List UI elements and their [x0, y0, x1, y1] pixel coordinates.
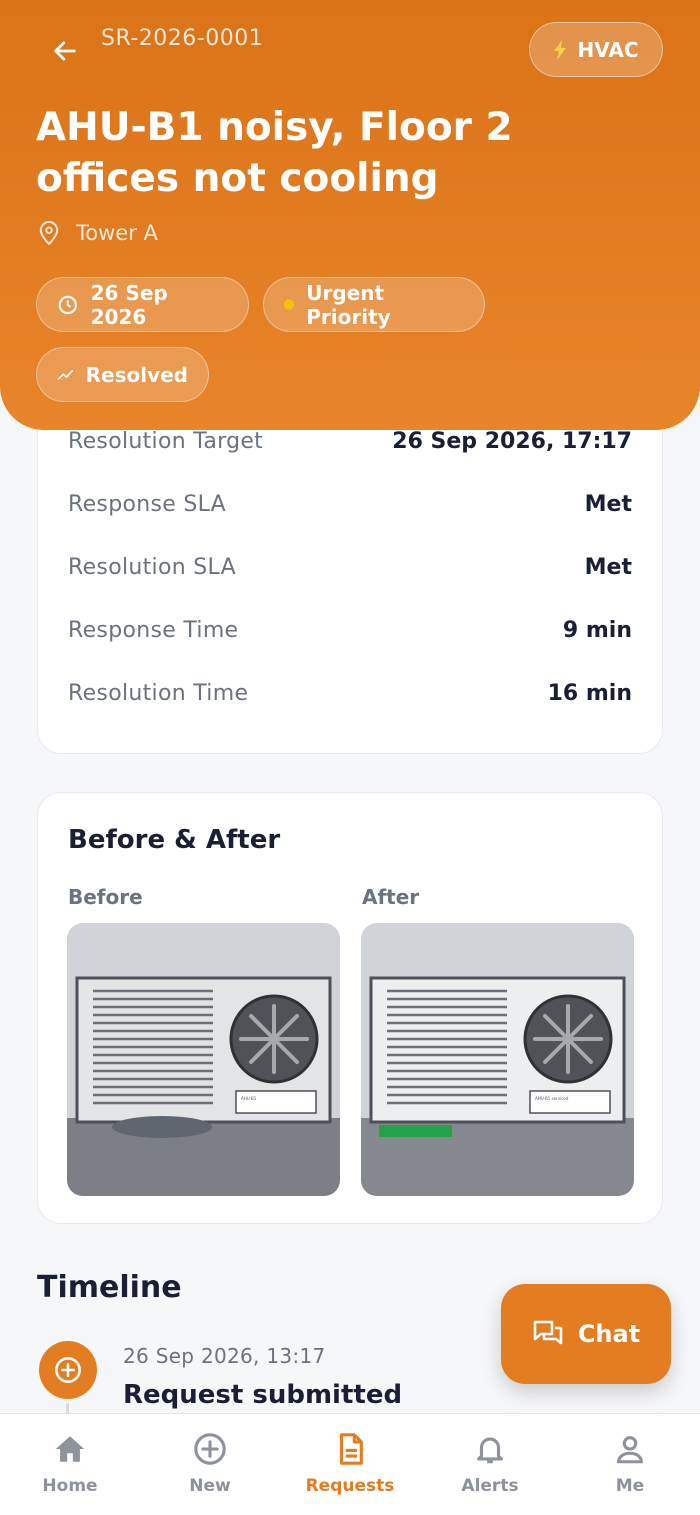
- request-header: SR-2026-0001 HVAC AHU-B1 noisy, Floor 2 …: [0, 0, 700, 430]
- nav-alerts[interactable]: Alerts: [420, 1414, 560, 1515]
- sla-value: 9 min: [562, 618, 632, 643]
- category-chip: HVAC: [529, 22, 663, 77]
- sla-value: Met: [584, 555, 632, 580]
- date-pill: 26 Sep 2026: [36, 277, 249, 332]
- sla-label: Resolution Time: [68, 681, 249, 706]
- priority-label: Urgent Priority: [306, 280, 391, 329]
- trend-icon: [57, 369, 74, 380]
- lightning-icon: [554, 39, 567, 60]
- nav-home[interactable]: Home: [0, 1414, 140, 1515]
- nav-label: Requests: [305, 1476, 395, 1496]
- document-icon: [339, 1433, 363, 1465]
- nav-requests[interactable]: Requests: [280, 1414, 420, 1515]
- before-after-card: Before & After Before After AHU-B1 AHU-B…: [37, 792, 663, 1224]
- sla-row: Resolution Time 16 min: [68, 681, 632, 706]
- nav-label: Home: [42, 1476, 98, 1496]
- request-title: AHU-B1 noisy, Floor 2 offices not coolin…: [36, 105, 513, 201]
- date-label: 26 Sep 2026: [90, 280, 168, 329]
- location: Tower A: [38, 220, 158, 246]
- nav-label: New: [189, 1476, 231, 1496]
- before-label: Before: [68, 885, 143, 909]
- timeline-event-title: Request submitted: [123, 1380, 403, 1410]
- nav-me[interactable]: Me: [560, 1414, 700, 1515]
- priority-pill: Urgent Priority: [263, 277, 485, 332]
- chat-icon: [533, 1320, 563, 1345]
- category-label: HVAC: [577, 37, 639, 62]
- map-pin-icon: [39, 221, 59, 246]
- plus-circle-icon: [194, 1433, 226, 1465]
- person-icon: [617, 1436, 643, 1464]
- plus-circle-icon: [55, 1357, 81, 1383]
- location-label: Tower A: [76, 221, 158, 245]
- sla-row: Response Time 9 min: [68, 618, 632, 643]
- sla-label: Response Time: [68, 618, 239, 643]
- bottom-nav: Home New Requests Alerts Me: [0, 1413, 700, 1515]
- sla-row: Resolution Target 26 Sep 2026, 17:17: [68, 429, 632, 454]
- before-after-title: Before & After: [68, 825, 281, 855]
- after-tag: AHU-B1 serviced: [535, 1096, 569, 1101]
- priority-dot-icon: [284, 299, 295, 310]
- sla-value: 26 Sep 2026, 17:17: [392, 429, 632, 454]
- sla-row: Resolution SLA Met: [68, 555, 632, 580]
- chat-button[interactable]: Chat: [501, 1284, 671, 1384]
- nav-new[interactable]: New: [140, 1414, 280, 1515]
- after-label: After: [362, 885, 420, 909]
- nav-label: Me: [615, 1476, 645, 1496]
- before-tag: AHU-B1: [241, 1096, 257, 1101]
- arrow-left-icon: [54, 41, 76, 61]
- after-photo[interactable]: AHU-B1 serviced: [361, 923, 634, 1196]
- timeline-title: Timeline: [37, 1270, 182, 1305]
- home-icon: [55, 1436, 85, 1462]
- back-button[interactable]: [46, 32, 84, 70]
- request-id: SR-2026-0001: [101, 26, 264, 51]
- status-label: Resolved: [85, 362, 188, 387]
- sla-label: Response SLA: [68, 492, 227, 517]
- sla-card: Resolution Target 26 Sep 2026, 17:17 Res…: [37, 380, 663, 754]
- sla-label: Resolution SLA: [68, 555, 236, 580]
- before-photo[interactable]: AHU-B1: [67, 923, 340, 1196]
- sla-row: Response SLA Met: [68, 492, 632, 517]
- timeline-event-icon: [39, 1341, 97, 1399]
- sla-label: Resolution Target: [68, 429, 264, 454]
- sla-value: 16 min: [547, 681, 632, 706]
- nav-label: Alerts: [461, 1476, 519, 1496]
- sla-value: Met: [584, 492, 632, 517]
- clock-icon: [58, 295, 78, 314]
- bell-icon: [477, 1437, 503, 1464]
- chat-label: Chat: [577, 1320, 641, 1348]
- timeline-event-time: 26 Sep 2026, 13:17: [123, 1344, 326, 1368]
- status-pill: Resolved: [36, 347, 209, 402]
